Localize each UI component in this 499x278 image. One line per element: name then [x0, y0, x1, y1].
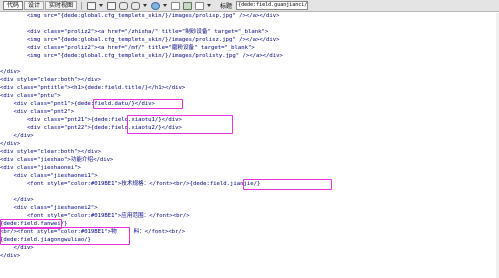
highlight-wuliao-box	[0, 227, 130, 245]
code-line: </div>	[0, 133, 34, 139]
title-input[interactable]: {dede:field.guanjianci/}	[236, 1, 309, 10]
code-line: <div class="jieshaonei1">	[0, 173, 98, 179]
page-icon[interactable]	[171, 1, 181, 10]
code-view-button[interactable]: 代码	[3, 1, 24, 10]
code-line: </div>	[0, 253, 21, 259]
design-view-button[interactable]: 设计	[24, 1, 45, 10]
dropdown-chevron-icon[interactable]	[99, 2, 104, 10]
highlight-xiaotu-box	[127, 115, 233, 134]
code-line: <div class="pntu">	[0, 93, 61, 99]
code-line: <div class="jieshao">功能介绍</div>	[0, 157, 114, 163]
editor-toolbar: 代码 设计 实时视图 标题 {dede:field.guanjianci/}	[0, 0, 499, 12]
code-line: <div class="pntitle"><h1>{dede:field.tit…	[0, 85, 186, 91]
code-line: <div style="clear:both"></div>	[0, 149, 102, 155]
code-line: <div class="proliz2"><a href="/mf/" titl…	[0, 45, 255, 51]
code-line: <img src="{dede:global.cfg_templets_skin…	[0, 13, 280, 19]
tool-icon[interactable]	[183, 1, 193, 10]
inspect-icon[interactable]	[131, 1, 141, 10]
browser-preview-icon[interactable]	[151, 1, 161, 10]
code-line: <div class="proliz2"><a href="/zhisha/" …	[0, 29, 269, 35]
code-line: <font style="color:#019BE1">技术规格：</font>…	[0, 181, 261, 187]
toolbar-separator	[81, 1, 83, 10]
code-icon[interactable]	[107, 1, 117, 10]
dropdown-chevron-icon[interactable]	[207, 2, 212, 10]
highlight-datu-box	[93, 99, 183, 109]
code-line: <div class="jieshaonei">	[0, 165, 81, 171]
code-line: </div>	[0, 245, 34, 251]
title-label: 标题	[220, 3, 233, 10]
code-line: <img src="{dede:global.cfg_templets_skin…	[0, 53, 283, 59]
split-icon[interactable]	[87, 1, 97, 10]
live-code-icon[interactable]	[119, 1, 129, 10]
visual-aids-icon[interactable]	[195, 1, 205, 10]
code-line: <div class="jieshaonei2">	[0, 205, 98, 211]
code-line: </div>	[0, 141, 21, 147]
code-line: <img src="{dede:global.cfg_templets_skin…	[0, 37, 280, 43]
dropdown-chevron-icon[interactable]	[163, 2, 168, 10]
dropdown-chevron-icon[interactable]	[143, 2, 148, 10]
code-line: </div>	[0, 69, 21, 75]
code-editor[interactable]: <img src="{dede:global.cfg_templets_skin…	[0, 13, 499, 278]
code-line: <div class="pnt2">	[0, 109, 75, 115]
highlight-jianjie-box	[243, 179, 332, 190]
live-view-button[interactable]: 实时视图	[45, 1, 78, 10]
code-line: <div style="clear:both"></div>	[0, 77, 102, 83]
code-line: </div>	[0, 197, 34, 203]
